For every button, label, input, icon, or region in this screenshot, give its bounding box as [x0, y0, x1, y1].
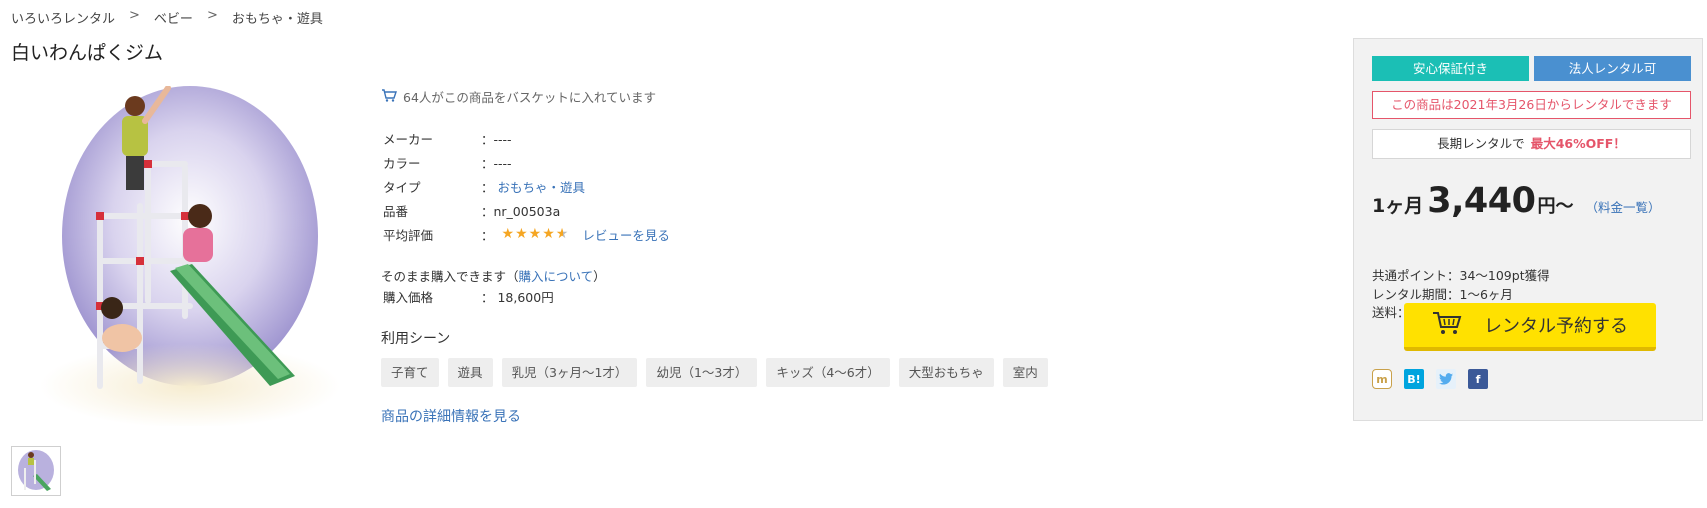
social-share-bar: m B! f [1372, 369, 1488, 389]
purchase-info-link[interactable]: 購入について [519, 269, 594, 284]
spec-row-rating: 平均評価 ： ★ ★ ★ ★ ★ レビューを見る [383, 222, 670, 246]
reserve-rental-button[interactable]: レンタル予約する [1404, 303, 1656, 351]
basket-count-text: 64人がこの商品をバスケットに入れています [403, 90, 657, 105]
price-unit: 円～ [1537, 196, 1574, 217]
points-info: 共通ポイント：34～109pt獲得 [1372, 268, 1550, 283]
long-term-discount: 最大46%OFF！ [1530, 136, 1626, 151]
price-period: 1ヶ月 [1372, 195, 1424, 217]
spec-row-sku: 品番 ：nr_00503a [383, 198, 670, 222]
price-amount: 3,440 [1427, 181, 1536, 221]
spec-key: 平均評価 [383, 227, 434, 243]
review-link[interactable]: レビューを見る [582, 225, 670, 244]
page-title: 白いわんぱくジム [11, 42, 164, 64]
twitter-icon[interactable] [1436, 369, 1456, 389]
half-star-icon: ★ [555, 226, 569, 242]
long-term-label: 長期レンタルで [1437, 136, 1525, 151]
usage-scene-title: 利用シーン [381, 331, 451, 347]
scene-tag[interactable]: 子育て [381, 358, 439, 387]
rating-stars: ★ ★ ★ ★ ★ [502, 227, 569, 241]
breadcrumb-item-toys[interactable]: おもちゃ・遊具 [232, 8, 323, 27]
purchase-note-prefix: そのまま購入できます（ [381, 269, 519, 284]
breadcrumb: いろいろレンタル > ベビー > おもちゃ・遊具 [11, 8, 323, 27]
safety-guarantee-badge: 安心保証付き [1372, 56, 1529, 81]
fee-list-link[interactable]: （料金一覧） [1585, 197, 1660, 216]
facebook-icon[interactable]: f [1468, 369, 1488, 389]
star-icon: ★ [501, 226, 515, 242]
badge-group: 安心保証付き 法人レンタル可 [1372, 56, 1691, 81]
purchase-price-row: 購入価格 ： 18,600円 [383, 287, 554, 306]
spec-colon: ： [481, 227, 494, 243]
cart-icon [381, 88, 397, 105]
spec-value: ： ★ ★ ★ ★ ★ レビューを見る [481, 225, 670, 244]
usage-scene-tags: 子育て 遊具 乳児（3ヶ月～1才） 幼児（1～3才） キッズ（4～6才） 大型お… [381, 358, 1048, 387]
purchase-price-label: 購入価格 [383, 290, 434, 305]
breadcrumb-separator: > [206, 8, 218, 23]
scene-tag[interactable]: 幼児（1～3才） [646, 358, 758, 387]
basket-count-note: 64人がこの商品をバスケットに入れています [381, 87, 656, 106]
reserve-rental-label: レンタル予約する [1484, 316, 1628, 337]
scene-tag[interactable]: 室内 [1002, 358, 1048, 387]
purchase-note-suffix: ） [593, 269, 606, 284]
availability-notice: この商品は2021年3月26日からレンタルできます [1372, 91, 1691, 119]
spec-row-color: カラー ：---- [383, 150, 670, 174]
breadcrumb-item-home[interactable]: いろいろレンタル [11, 8, 115, 27]
spec-colon: ： [481, 179, 494, 195]
product-main-image[interactable] [40, 85, 340, 428]
star-icon: ★ [542, 226, 555, 242]
scene-tag[interactable]: 大型おもちゃ [898, 358, 994, 387]
spec-row-type: タイプ ： おもちゃ・遊具 [383, 174, 670, 198]
star-icon: ★ [528, 226, 542, 242]
long-term-discount-box: 長期レンタルで 最大46%OFF！ [1372, 129, 1691, 159]
hatena-bookmark-icon[interactable]: B! [1404, 369, 1424, 389]
spec-value: ：---- [481, 155, 512, 171]
spec-value: ： おもちゃ・遊具 [481, 177, 585, 196]
mixi-icon[interactable]: m [1372, 369, 1392, 389]
rental-price: 1ヶ月 3,440 円～ （料金一覧） [1372, 181, 1660, 221]
spec-key: メーカー [383, 131, 434, 147]
breadcrumb-item-baby[interactable]: ベビー [154, 8, 193, 27]
corporate-rental-badge: 法人レンタル可 [1534, 56, 1691, 81]
breadcrumb-separator: > [129, 8, 140, 23]
purchase-note: そのまま購入できます（購入について） [381, 266, 606, 285]
scene-tag[interactable]: キッズ（4～6才） [766, 358, 890, 387]
type-link[interactable]: おもちゃ・遊具 [498, 177, 586, 196]
spec-value: ：---- [481, 131, 512, 147]
star-icon: ★ [515, 226, 528, 242]
spec-row-maker: メーカー ：---- [383, 126, 670, 150]
scene-tag[interactable]: 乳児（3ヶ月～1才） [501, 358, 638, 387]
product-details-link[interactable]: 商品の詳細情報を見る [381, 406, 521, 426]
cart-icon [1432, 311, 1462, 340]
spec-key: 品番 [383, 203, 409, 219]
purchase-price-value: ： 18,600円 [481, 290, 554, 305]
spec-table: メーカー ：---- カラー ：---- タイプ ： おもちゃ・遊具 品番 ：n… [383, 126, 670, 246]
spec-key: タイプ [383, 179, 421, 195]
spec-value: ：nr_00503a [481, 203, 561, 219]
rental-period-info: レンタル期間：1～6ヶ月 [1372, 286, 1513, 302]
scene-tag[interactable]: 遊具 [447, 358, 493, 387]
rental-panel: 安心保証付き 法人レンタル可 この商品は2021年3月26日からレンタルできます… [1353, 38, 1703, 421]
product-thumbnail[interactable] [11, 446, 61, 496]
spec-key: カラー [383, 155, 421, 171]
